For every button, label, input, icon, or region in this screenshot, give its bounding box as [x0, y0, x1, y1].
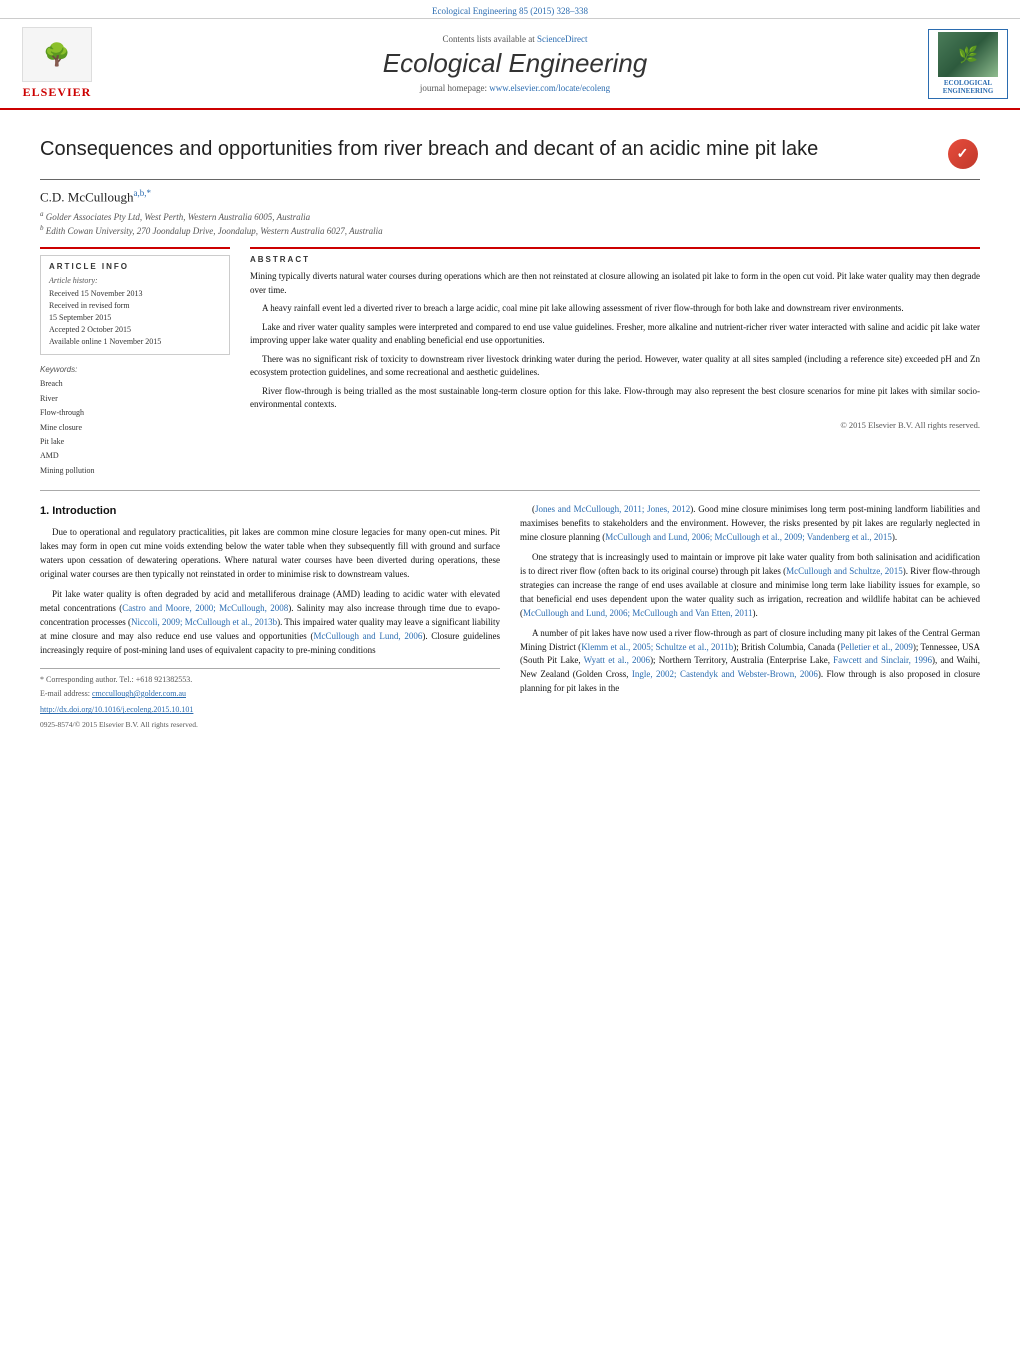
cite-pelletier: Pelletier et al., 2009 [840, 642, 913, 652]
article-info-title: ARTICLE INFO [49, 262, 221, 271]
intro-para-1: Due to operational and regulatory practi… [40, 526, 500, 582]
cite-mccullough-lund2: McCullough and Lund, 2006; McCullough an… [523, 608, 752, 618]
sciencedirect-link[interactable]: ScienceDirect [537, 34, 587, 44]
intro-para-5: A number of pit lakes have now used a ri… [520, 627, 980, 697]
affiliation-b: b Edith Cowan University, 270 Joondalup … [40, 223, 980, 237]
elsevier-logo: 🌳 ELSEVIER [12, 27, 102, 100]
cite-wyatt: Wyatt et al., 2006 [584, 655, 650, 665]
abstract-para-4: There was no significant risk of toxicit… [250, 353, 980, 380]
keyword-mineclosure: Mine closure [40, 421, 230, 435]
intro-section: 1. Introduction Due to operational and r… [40, 503, 980, 730]
intro-heading: 1. Introduction [40, 503, 500, 520]
author-line: C.D. McCullougha,b,* [40, 180, 980, 209]
journal-header: 🌳 ELSEVIER Contents lists available at S… [0, 19, 1020, 110]
abstract-col: ABSTRACT Mining typically diverts natura… [250, 247, 980, 478]
article-info-box: ARTICLE INFO Article history: Received 1… [40, 255, 230, 355]
cite-schultze: McCullough and Schultze, 2015 [786, 566, 903, 576]
keyword-breach: Breach [40, 377, 230, 391]
keyword-river: River [40, 392, 230, 406]
affiliation-a: a Golder Associates Pty Ltd, West Perth,… [40, 209, 980, 223]
elsevier-tree-icon: 🌳 [22, 27, 92, 82]
contents-line: Contents lists available at ScienceDirec… [118, 34, 912, 44]
author-name: C.D. McCullough [40, 189, 134, 204]
article-title: Consequences and opportunities from rive… [40, 136, 933, 162]
journal-logo-right: 🌿 ECOLOGICAL ENGINEERING [928, 29, 1008, 99]
footnote-area: * Corresponding author. Tel.: +618 92138… [40, 668, 500, 731]
intro-para-4: One strategy that is increasingly used t… [520, 551, 980, 621]
affil-sup-b: b [40, 224, 44, 232]
page: Ecological Engineering 85 (2015) 328–338… [0, 0, 1020, 1351]
affil-sup-a: a [40, 210, 44, 218]
body-col-left: 1. Introduction Due to operational and r… [40, 503, 500, 730]
abstract-title: ABSTRACT [250, 255, 980, 264]
abstract-para-3: Lake and river water quality samples wer… [250, 321, 980, 348]
journal-logo-image: 🌿 [938, 32, 998, 77]
affil-text-b: Edith Cowan University, 270 Joondalup Dr… [46, 226, 383, 236]
cite-castro: Castro and Moore, 2000; McCullough, 2008 [122, 603, 288, 613]
journal-logo-text-2: ENGINEERING [943, 87, 994, 95]
section-divider [40, 490, 980, 491]
article-info-col: ARTICLE INFO Article history: Received 1… [40, 247, 230, 478]
email-line: E-mail address: cmccullough@golder.com.a… [40, 688, 500, 700]
cite-klemm: Klemm et al., 2005; Schultze et al., 201… [581, 642, 733, 652]
intro-para-3: (Jones and McCullough, 2011; Jones, 2012… [520, 503, 980, 545]
keyword-miningpollution: Mining pollution [40, 464, 230, 478]
revised-date-line: 15 September 2015 [49, 312, 221, 324]
body-col-right: (Jones and McCullough, 2011; Jones, 2012… [520, 503, 980, 730]
online-line: Available online 1 November 2015 [49, 336, 221, 348]
cite-jones: Jones and McCullough, 2011; Jones, 2012 [535, 504, 690, 514]
abstract-para-1: Mining typically diverts natural water c… [250, 270, 980, 297]
article-history-label: Article history: [49, 276, 221, 285]
author-superscript: a,b,* [134, 188, 152, 198]
article-title-section: Consequences and opportunities from rive… [40, 120, 980, 180]
journal-logo-text-1: ECOLOGICAL [944, 79, 992, 87]
received-line: Received 15 November 2013 [49, 288, 221, 300]
affil-text-a: Golder Associates Pty Ltd, West Perth, W… [46, 212, 310, 222]
keyword-flowthrough: Flow-through [40, 406, 230, 420]
journal-center: Contents lists available at ScienceDirec… [118, 34, 912, 93]
homepage-link[interactable]: www.elsevier.com/locate/ecoleng [489, 83, 610, 93]
cite-planning: McCullough and Lund, 2006; McCullough et… [605, 532, 892, 542]
intro-para-2: Pit lake water quality is often degraded… [40, 588, 500, 658]
crossmark-icon: ✓ [948, 139, 978, 169]
cite-fawcett: Fawcett and Sinclair, 1996 [833, 655, 932, 665]
cite-niccoli: Niccoli, 2009; McCullough et al., 2013b [131, 617, 277, 627]
crossmark-badge: ✓ [945, 136, 980, 171]
article-body: Consequences and opportunities from rive… [0, 110, 1020, 740]
corresponding-author-line: * Corresponding author. Tel.: +618 92138… [40, 674, 500, 686]
journal-citation: Ecological Engineering 85 (2015) 328–338 [432, 6, 588, 16]
keywords-title: Keywords: [40, 365, 230, 374]
abstract-para-5: River flow-through is being trialled as … [250, 385, 980, 412]
journal-title: Ecological Engineering [118, 48, 912, 79]
abstract-para-2: A heavy rainfall event led a diverted ri… [250, 302, 980, 316]
doi-line: http://dx.doi.org/10.1016/j.ecoleng.2015… [40, 704, 500, 716]
revised-label-line: Received in revised form [49, 300, 221, 312]
issn-line: 0925-8574/© 2015 Elsevier B.V. All right… [40, 719, 500, 731]
and-text: and [940, 655, 953, 665]
cite-mccullough-lund: McCullough and Lund, 2006 [313, 631, 422, 641]
homepage-line: journal homepage: www.elsevier.com/locat… [118, 83, 912, 93]
cite-ingle: Ingle, 2002; Castendyk and Webster-Brown… [632, 669, 818, 679]
abstract-text: Mining typically diverts natural water c… [250, 270, 980, 412]
copyright-line: © 2015 Elsevier B.V. All rights reserved… [250, 420, 980, 430]
doi-link[interactable]: http://dx.doi.org/10.1016/j.ecoleng.2015… [40, 705, 193, 714]
email-link[interactable]: cmccullough@golder.com.au [92, 689, 186, 698]
keyword-pitlake: Pit lake [40, 435, 230, 449]
elsevier-wordmark: ELSEVIER [23, 85, 92, 100]
keywords-box: Keywords: Breach River Flow-through Mine… [40, 365, 230, 478]
journal-top-bar: Ecological Engineering 85 (2015) 328–338 [0, 0, 1020, 19]
accepted-line: Accepted 2 October 2015 [49, 324, 221, 336]
info-abstract-section: ARTICLE INFO Article history: Received 1… [40, 247, 980, 478]
keyword-amd: AMD [40, 449, 230, 463]
